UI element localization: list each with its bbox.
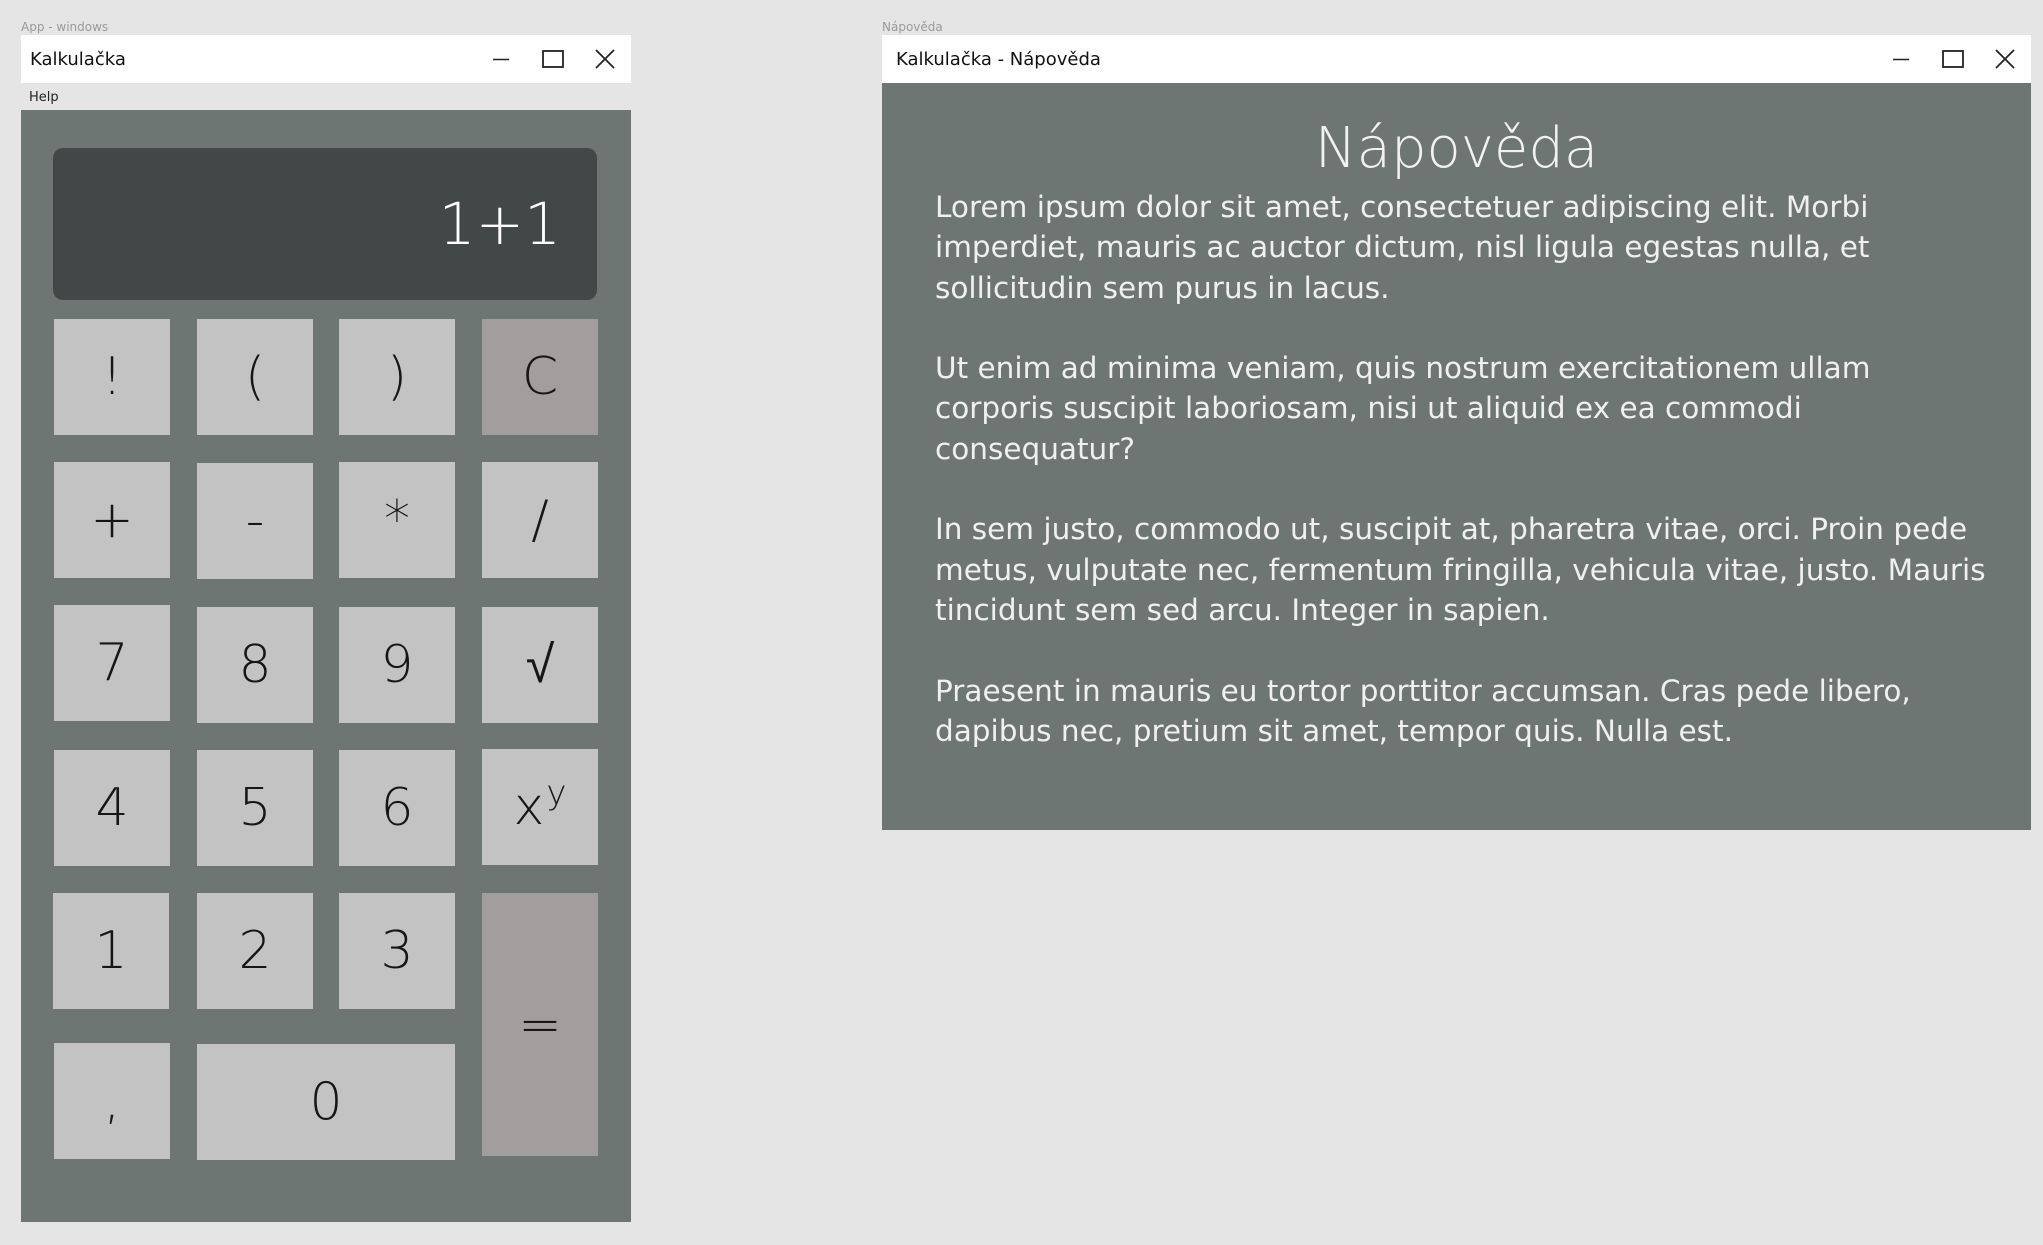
key-sqrt[interactable]: √ — [482, 607, 598, 723]
minimize-icon — [493, 58, 509, 61]
help-maximize-button[interactable] — [1927, 35, 1979, 83]
help-heading: Nápověda — [1314, 116, 1599, 181]
calculator-body: 1+1 ! ( ) C + - * / 7 8 9 √ 4 5 6 xy 1 2… — [21, 110, 631, 1222]
menubar: Help — [21, 83, 631, 110]
key-9[interactable]: 9 — [339, 607, 455, 723]
help-paragraph: In sem justo, commodo ut, suscipit at, p… — [935, 512, 1986, 627]
key-8[interactable]: 8 — [197, 607, 313, 723]
close-button[interactable] — [579, 35, 631, 83]
help-window: Kalkulačka - Nápověda Nápověda Lorem ips… — [882, 35, 2031, 830]
minimize-button[interactable] — [475, 35, 527, 83]
key-1[interactable]: 1 — [53, 893, 169, 1009]
key-right-paren[interactable]: ) — [339, 319, 455, 435]
window-title: Kalkulačka — [30, 49, 126, 70]
key-4[interactable]: 4 — [54, 750, 170, 866]
key-multiply[interactable]: * — [339, 462, 455, 578]
close-icon — [1995, 49, 2015, 69]
key-plus[interactable]: + — [54, 462, 170, 578]
power-base: x — [513, 777, 545, 837]
key-comma[interactable]: , — [54, 1043, 170, 1159]
help-titlebar: Kalkulačka - Nápověda — [882, 35, 2031, 83]
key-3[interactable]: 3 — [339, 893, 455, 1009]
help-paragraph: Praesent in mauris eu tortor porttitor a… — [935, 673, 1911, 748]
calculator-window: Kalkulačka Help 1+1 ! ( ) C + - * / 7 8 … — [21, 35, 631, 1222]
help-text: Lorem ipsum dolor sit amet, consectetuer… — [935, 187, 1991, 791]
key-power[interactable]: xy — [482, 749, 598, 865]
close-icon — [595, 49, 615, 69]
help-window-title: Kalkulačka - Nápověda — [896, 49, 1101, 70]
key-left-paren[interactable]: ( — [197, 319, 313, 435]
minimize-icon — [1893, 58, 1909, 61]
help-frame-label: Nápověda — [882, 20, 943, 34]
calculator-frame-label: App - windows — [21, 20, 109, 34]
power-exponent: y — [546, 773, 567, 813]
key-clear[interactable]: C — [482, 319, 598, 435]
maximize-icon — [542, 50, 564, 68]
help-paragraph: Ut enim ad minima veniam, quis nostrum e… — [935, 351, 1871, 466]
key-6[interactable]: 6 — [339, 750, 455, 866]
display-expression: 1+1 — [438, 190, 561, 258]
help-paragraph: Lorem ipsum dolor sit amet, consectetuer… — [935, 190, 1870, 305]
help-close-button[interactable] — [1979, 35, 2031, 83]
maximize-button[interactable] — [527, 35, 579, 83]
maximize-icon — [1942, 50, 1964, 68]
key-2[interactable]: 2 — [197, 893, 313, 1009]
key-7[interactable]: 7 — [54, 605, 170, 721]
key-minus[interactable]: - — [197, 463, 313, 579]
menu-help[interactable]: Help — [29, 90, 59, 105]
help-minimize-button[interactable] — [1875, 35, 1927, 83]
calculator-titlebar: Kalkulačka — [21, 35, 631, 83]
key-equals[interactable]: = — [482, 893, 598, 1156]
help-window-controls — [1875, 35, 2031, 83]
key-divide[interactable]: / — [482, 462, 598, 578]
key-5[interactable]: 5 — [197, 750, 313, 866]
key-0[interactable]: 0 — [197, 1044, 455, 1160]
key-factorial[interactable]: ! — [54, 319, 170, 435]
window-controls — [475, 35, 631, 83]
calculator-display: 1+1 — [53, 148, 597, 300]
help-body: Nápověda Lorem ipsum dolor sit amet, con… — [882, 83, 2031, 830]
